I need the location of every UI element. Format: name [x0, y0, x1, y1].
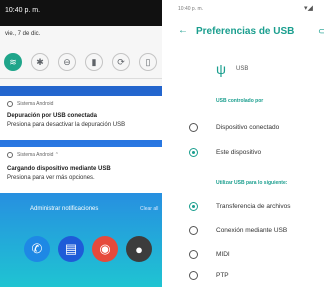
messages-app-icon[interactable]: ▤ — [58, 236, 84, 262]
status-bar: 10:40 p. m. ▾◢ — [172, 0, 324, 18]
signal-battery-icon: ▾◢ — [304, 5, 313, 12]
camera-app-icon[interactable]: ● — [126, 236, 152, 262]
section-use-usb-for: Utilizar USB para lo siguiente: — [216, 180, 288, 186]
notification-body: Presiona para ver más opciones. — [7, 175, 95, 181]
notification-body: Presiona para desactivar la depuración U… — [7, 122, 126, 128]
status-time: 10:40 p. m. — [178, 6, 204, 12]
status-time: 10:40 p. m. — [5, 7, 41, 14]
usb-icon: ψ — [216, 61, 226, 77]
radio-label: Conexión mediante USB — [216, 227, 288, 234]
radio-button[interactable] — [189, 123, 198, 132]
radio-label: MIDI — [216, 251, 230, 258]
date-label: vie., 7 de dic. — [5, 31, 41, 37]
dnd-tile[interactable]: ⊖ — [58, 53, 76, 71]
radio-button[interactable] — [189, 271, 198, 280]
radio-button[interactable] — [189, 226, 198, 235]
radio-label: PTP — [216, 272, 229, 279]
radio-button[interactable] — [189, 202, 198, 211]
wifi-tile[interactable]: ≋ — [4, 53, 22, 71]
usb-preferences-screen: 10:40 p. m. ▾◢ ← Preferencias de USB ⊂ ψ… — [172, 0, 324, 287]
radio-transferencia-archivos[interactable]: Transferencia de archivos — [172, 197, 324, 217]
radio-label: Dispositivo conectado — [216, 124, 280, 131]
radio-button[interactable] — [189, 250, 198, 259]
dnd-icon: ⊖ — [63, 56, 71, 67]
android-system-icon — [7, 101, 13, 107]
radio-midi[interactable]: MIDI — [172, 245, 324, 265]
radio-ptp[interactable]: PTP — [172, 266, 324, 286]
divider — [0, 78, 162, 79]
autorotate-icon: ⟳ — [117, 56, 125, 67]
radio-button[interactable] — [189, 148, 198, 157]
notification-title: Depuración por USB conectada — [7, 113, 98, 119]
notification-header: Sistema Android ⌃ — [7, 152, 59, 158]
battery-saver-tile[interactable]: ▯ — [139, 53, 157, 71]
radio-dispositivo-conectado[interactable]: Dispositivo conectado — [172, 118, 324, 138]
notification-app-name: Sistema Android ⌃ — [17, 152, 59, 158]
radio-conexion-usb[interactable]: Conexión mediante USB — [172, 221, 324, 241]
notification-usb-debugging[interactable]: Sistema Android Depuración por USB conec… — [0, 96, 162, 140]
battery-saver-icon: ▯ — [145, 56, 151, 67]
section-usb-controlled-by: USB controlado por — [216, 98, 264, 104]
manage-notifications-link[interactable]: Administrar notificaciones — [30, 206, 98, 212]
wifi-icon: ≋ — [9, 56, 17, 67]
phone-app-icon[interactable]: ✆ — [24, 236, 50, 262]
help-icon[interactable]: ⊂ — [318, 26, 324, 37]
app-dock: ✆ ▤ ◉ ● — [0, 236, 162, 266]
back-arrow-icon[interactable]: ← — [178, 25, 188, 36]
page-title: Preferencias de USB — [196, 26, 295, 37]
usb-label: USB — [236, 66, 249, 72]
notification-shade-screen: 10:40 p. m. vie., 7 de dic. ≋ ✱ ⊖ ▮ ⟳ ▯ … — [0, 0, 162, 287]
flashlight-tile[interactable]: ▮ — [85, 53, 103, 71]
radio-label: Este dispositivo — [216, 149, 262, 156]
radio-label: Transferencia de archivos — [216, 203, 291, 210]
android-system-icon — [7, 152, 13, 158]
quick-settings-panel: vie., 7 de dic. ≋ ✱ ⊖ ▮ ⟳ ▯ — [0, 26, 162, 86]
notification-header: Sistema Android — [7, 101, 53, 107]
notification-title: Cargando dispositivo mediante USB — [7, 166, 111, 172]
autorotate-tile[interactable]: ⟳ — [112, 53, 130, 71]
notification-app-name: Sistema Android — [17, 101, 54, 107]
notification-usb-charging[interactable]: Sistema Android ⌃ Cargando dispositivo m… — [0, 147, 162, 193]
clear-all-button[interactable]: Clear all — [140, 206, 158, 212]
quick-settings-tiles: ≋ ✱ ⊖ ▮ ⟳ ▯ — [4, 53, 158, 71]
bluetooth-icon: ✱ — [36, 56, 44, 67]
flashlight-icon: ▮ — [91, 56, 97, 67]
bluetooth-tile[interactable]: ✱ — [31, 53, 49, 71]
radio-este-dispositivo[interactable]: Este dispositivo — [172, 143, 324, 163]
chrome-app-icon[interactable]: ◉ — [92, 236, 118, 262]
status-bar: 10:40 p. m. — [0, 0, 162, 26]
